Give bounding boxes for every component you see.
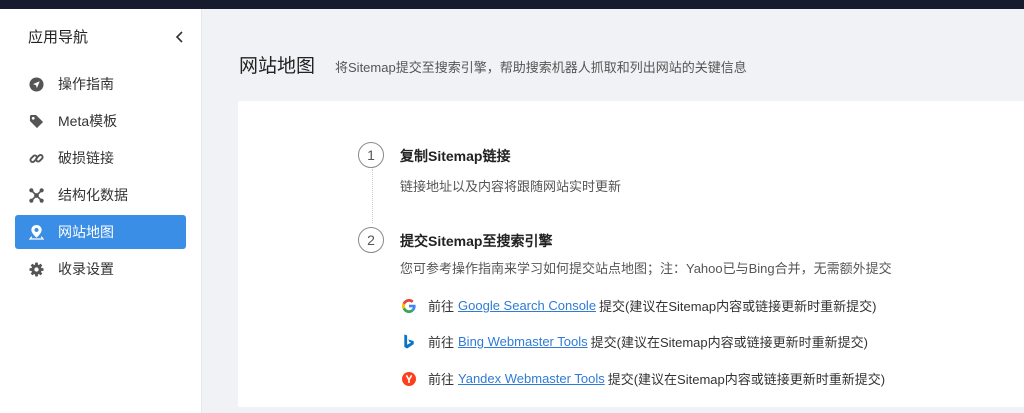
gear-icon	[28, 261, 44, 277]
main-content: 网站地图 将Sitemap提交至搜索引擎，帮助搜索机器人抓取和列出网站的关键信息…	[202, 9, 1024, 413]
chevron-left-icon[interactable]	[173, 30, 187, 44]
navigation-arrow-icon	[28, 76, 44, 92]
google-search-console-link[interactable]: Google Search Console	[458, 298, 596, 313]
bing-webmaster-tools-link[interactable]: Bing Webmaster Tools	[458, 334, 588, 349]
sidebar-item-sitemap[interactable]: 网站地图	[15, 215, 186, 249]
engine-row-bing: 前往 Bing Webmaster Tools 提交(建议在Sitemap内容或…	[402, 332, 868, 351]
sidebar-item-broken-links[interactable]: 破损链接	[15, 141, 186, 175]
page-description: 将Sitemap提交至搜索引擎，帮助搜索机器人抓取和列出网站的关键信息	[335, 60, 747, 75]
sidebar-header: 应用导航	[0, 9, 201, 64]
step-number: 2	[358, 227, 384, 253]
engine-prefix: 前往	[428, 372, 455, 387]
sidebar-item-meta-template[interactable]: Meta模板	[15, 104, 186, 138]
engine-prefix: 前往	[428, 335, 455, 350]
structure-icon	[28, 187, 44, 203]
step-number: 1	[358, 142, 384, 168]
page-header: 网站地图 将Sitemap提交至搜索引擎，帮助搜索机器人抓取和列出网站的关键信息	[239, 51, 747, 78]
sidebar-item-label: 操作指南	[58, 76, 114, 92]
engine-row-google: 前往 Google Search Console 提交(建议在Sitemap内容…	[402, 296, 876, 315]
sidebar-item-structured-data[interactable]: 结构化数据	[15, 178, 186, 212]
top-bar	[0, 0, 1024, 9]
page-title: 网站地图	[239, 56, 316, 77]
sidebar-item-label: 结构化数据	[58, 187, 128, 203]
tag-icon	[28, 113, 44, 129]
sidebar-item-label: Meta模板	[58, 113, 118, 129]
sidebar-nav: 操作指南 Meta模板 破损链接 结构化数据 网站地图 收录设置	[0, 67, 201, 286]
step-description: 链接地址以及内容将跟随网站实时更新	[400, 179, 622, 194]
engine-suffix: 提交(建议在Sitemap内容或链接更新时重新提交)	[607, 372, 886, 387]
step-title: 提交Sitemap至搜索引擎	[400, 233, 553, 249]
yandex-webmaster-tools-link[interactable]: Yandex Webmaster Tools	[458, 371, 605, 386]
google-icon	[402, 298, 416, 313]
step-title: 复制Sitemap链接	[400, 148, 511, 164]
yandex-icon	[402, 371, 416, 386]
step-connector	[372, 169, 373, 223]
step-description: 您可参考操作指南来学习如何提交站点地图；注：Yahoo已与Bing合并，无需额外…	[400, 261, 892, 276]
sidebar-item-label: 破损链接	[58, 150, 114, 166]
engine-suffix: 提交(建议在Sitemap内容或链接更新时重新提交)	[599, 299, 877, 314]
map-pin-icon	[28, 224, 44, 240]
link-icon	[28, 150, 44, 166]
sidebar-item-label: 收录设置	[58, 261, 114, 277]
sidebar-item-label: 网站地图	[58, 224, 114, 240]
sidebar-title: 应用导航	[28, 29, 89, 46]
sidebar-item-index-settings[interactable]: 收录设置	[15, 252, 186, 286]
sidebar-item-guide[interactable]: 操作指南	[15, 67, 186, 101]
engine-suffix: 提交(建议在Sitemap内容或链接更新时重新提交)	[590, 335, 868, 350]
engine-row-yandex: 前往 Yandex Webmaster Tools 提交(建议在Sitemap内…	[402, 369, 885, 388]
bing-icon	[402, 334, 416, 349]
sitemap-card: 1 复制Sitemap链接 链接地址以及内容将跟随网站实时更新 2 提交Site…	[238, 101, 1024, 407]
engine-prefix: 前往	[428, 299, 455, 314]
sidebar: 应用导航 操作指南 Meta模板 破损链接 结构化数据 网站地图 收录设置	[0, 9, 202, 413]
